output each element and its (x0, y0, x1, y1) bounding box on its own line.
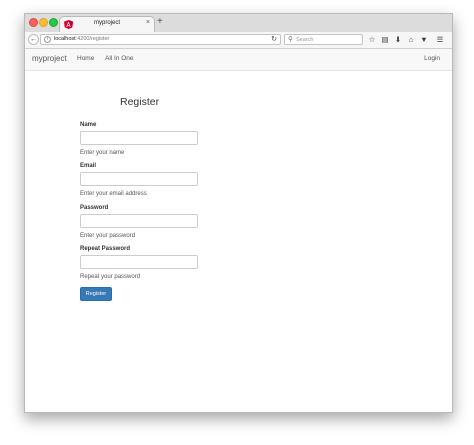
nav-link-home[interactable]: Home (77, 55, 94, 62)
tab-title: myproject (93, 20, 120, 26)
url-path: :4200/register (75, 36, 110, 42)
search-bar[interactable]: ⚲ (284, 34, 363, 45)
minimize-window-button[interactable] (39, 18, 48, 27)
brand-link[interactable]: myproject (32, 54, 67, 63)
browser-toolbar: ← i localhost:4200/register ↻ ⚲ ☆ ▤ ⬇ ⌂ … (25, 32, 452, 49)
page-content: Register Name Enter your name Email Ente… (25, 71, 452, 412)
password-field[interactable] (80, 214, 198, 228)
download-icon[interactable]: ⬇ (393, 34, 403, 45)
back-button[interactable]: ← (28, 34, 39, 45)
page-title: Register (120, 96, 160, 108)
nav-link-all-in-one[interactable]: All In One (105, 55, 134, 62)
name-field[interactable] (80, 131, 198, 145)
repeat-password-field[interactable] (80, 255, 198, 269)
star-icon[interactable]: ☆ (367, 34, 377, 45)
name-help: Enter your name (80, 150, 125, 156)
password-label: Password (80, 205, 109, 211)
browser-window: myproject × + ← i localhost:4200/registe… (24, 13, 453, 413)
register-button[interactable]: Register (80, 287, 112, 301)
tab-myproject[interactable]: myproject × (59, 16, 155, 33)
pocket-icon[interactable]: ▼ (419, 34, 429, 45)
menu-icon[interactable]: ☰ (435, 34, 445, 45)
address-text[interactable]: localhost:4200/register (54, 36, 109, 42)
repeat-password-help: Repeat your password (80, 274, 141, 280)
search-icon: ⚲ (288, 36, 293, 43)
clipboard-icon[interactable]: ▤ (380, 34, 390, 45)
email-field[interactable] (80, 172, 198, 186)
repeat-password-label: Repeat Password (80, 246, 131, 252)
tab-bar: myproject × + (25, 14, 452, 33)
zoom-window-button[interactable] (49, 18, 58, 27)
home-icon[interactable]: ⌂ (406, 34, 416, 45)
url-host: localhost (54, 36, 76, 42)
password-help: Enter your password (80, 233, 136, 239)
email-label: Email (80, 163, 97, 169)
angular-icon (64, 20, 73, 29)
tab-close-icon[interactable]: × (146, 19, 150, 26)
reload-icon[interactable]: ↻ (271, 35, 277, 43)
nav-link-login[interactable]: Login (424, 55, 440, 62)
address-bar[interactable]: i localhost:4200/register ↻ (40, 34, 281, 45)
new-tab-button[interactable]: + (157, 16, 163, 27)
search-input[interactable] (296, 36, 358, 43)
info-icon[interactable]: i (44, 36, 51, 43)
email-help: Enter your email address (80, 191, 147, 197)
close-window-button[interactable] (29, 18, 38, 27)
name-label: Name (80, 122, 97, 128)
app-navbar: myproject Home All In One Login (25, 49, 452, 71)
